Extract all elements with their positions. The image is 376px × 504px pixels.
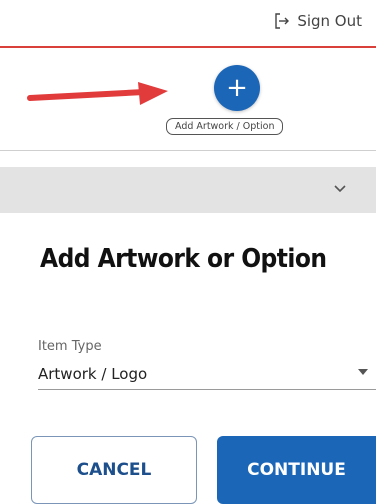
add-artwork-tooltip: Add Artwork / Option [166,118,284,135]
cancel-button[interactable]: CANCEL [31,436,197,504]
sign-out-icon [273,12,291,30]
sign-out-link[interactable]: Sign Out [273,12,362,30]
sign-out-label: Sign Out [297,12,362,30]
item-type-value: Artwork / Logo [38,365,148,383]
continue-button[interactable]: CONTINUE [217,436,376,504]
red-arrow-icon [27,82,168,105]
dropdown-caret-icon [358,369,368,375]
collapse-bar[interactable] [0,167,376,213]
top-header: Sign Out [0,0,376,48]
add-item-area: + Add Artwork / Option [0,49,376,151]
plus-icon: + [226,73,248,103]
add-artwork-button[interactable]: + [214,65,260,111]
item-type-label: Item Type [38,339,102,354]
page-title: Add Artwork or Option [40,244,327,274]
item-type-select[interactable]: Artwork / Logo [38,358,376,390]
chevron-down-icon[interactable] [334,185,346,193]
page: Sign Out + Add Artwork / Option Add Artw… [0,0,376,504]
